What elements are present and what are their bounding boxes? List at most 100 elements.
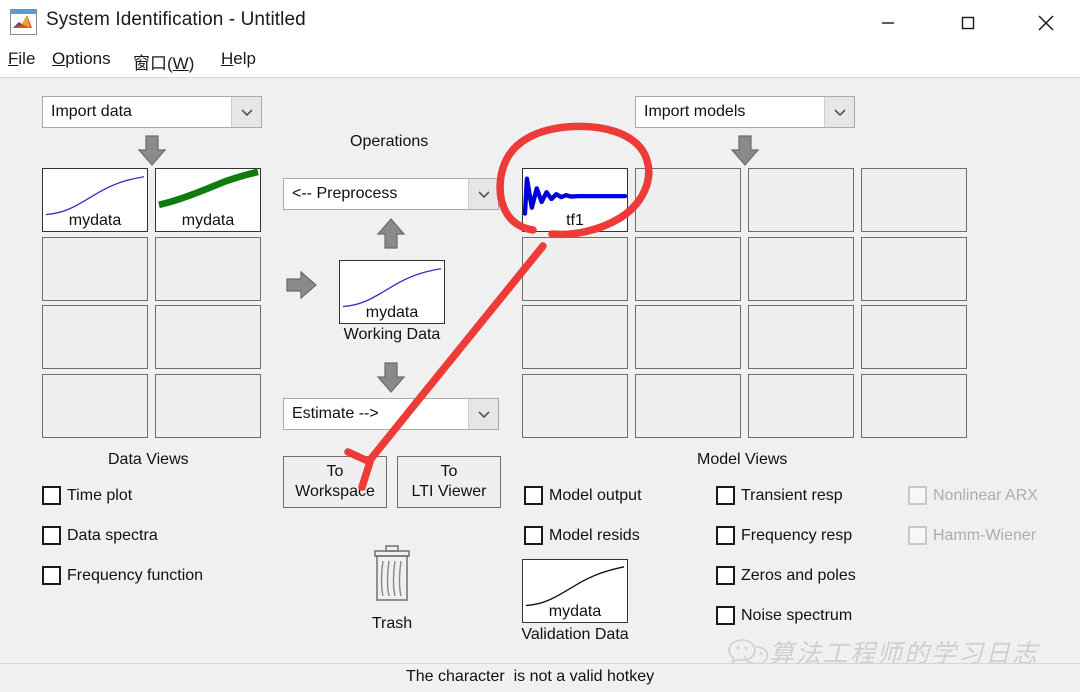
checkbox-frequency-function[interactable]: Frequency function: [42, 566, 203, 585]
down-arrow-icon-models: [730, 135, 760, 166]
maximize-icon: [961, 16, 975, 29]
checkbox-box: [524, 526, 543, 545]
data-cell-7[interactable]: [42, 374, 148, 438]
minimize-icon: [882, 21, 894, 24]
checkbox-box: [716, 566, 735, 585]
trash-icon[interactable]: [369, 544, 415, 606]
menu-window[interactable]: 窗口(W): [133, 49, 194, 74]
status-bar: The character is not a valid hotkey: [0, 663, 1080, 692]
checkbox-box: [42, 486, 61, 505]
data-cell-8[interactable]: [155, 374, 261, 438]
checkbox-box: [716, 606, 735, 625]
model-cell-14[interactable]: [635, 374, 741, 438]
data-views-title: Data Views: [108, 451, 189, 468]
model-cell-3[interactable]: [748, 168, 854, 232]
data-cell-1-label: mydata: [68, 212, 122, 229]
model-cell-7[interactable]: [748, 237, 854, 301]
checkbox-nonlinear-arx: Nonlinear ARX: [908, 486, 1038, 505]
status-message: The character is not a valid hotkey: [406, 668, 655, 685]
up-arrow-icon: [376, 218, 406, 249]
checkbox-data-spectra[interactable]: Data spectra: [42, 526, 158, 545]
checkbox-zeros-and-poles[interactable]: Zeros and poles: [716, 566, 856, 585]
data-cell-2[interactable]: mydata: [155, 168, 261, 232]
checkbox-label: Noise spectrum: [741, 606, 853, 624]
to-workspace-button[interactable]: To Workspace: [283, 456, 387, 508]
working-data-label: mydata: [365, 304, 419, 321]
checkbox-time-plot[interactable]: Time plot: [42, 486, 132, 505]
checkbox-box: [716, 486, 735, 505]
model-cell-1[interactable]: tf1: [522, 168, 628, 232]
checkbox-label: Data spectra: [67, 526, 158, 544]
menu-options[interactable]: Options: [52, 49, 111, 69]
to-lti-viewer-button[interactable]: To LTI Viewer: [397, 456, 501, 508]
model-views-title: Model Views: [697, 451, 788, 468]
window-title: System Identification - Untitled: [46, 9, 306, 30]
model-cell-2[interactable]: [635, 168, 741, 232]
checkbox-box: [42, 526, 61, 545]
model-cell-13[interactable]: [522, 374, 628, 438]
model-cell-5[interactable]: [522, 237, 628, 301]
checkbox-transient-resp[interactable]: Transient resp: [716, 486, 843, 505]
maximize-button[interactable]: [936, 0, 1000, 45]
estimate-value: Estimate -->: [292, 405, 379, 422]
down-arrow-icon-data: [137, 135, 167, 166]
chevron-down-icon: [231, 97, 261, 127]
checkbox-label: Zeros and poles: [741, 566, 856, 584]
estimate-combo[interactable]: Estimate -->: [283, 398, 499, 430]
working-data-cell[interactable]: mydata: [339, 260, 445, 324]
data-cell-3[interactable]: [42, 237, 148, 301]
data-cell-6[interactable]: [155, 305, 261, 369]
checkbox-box: [716, 526, 735, 545]
validation-data-caption: Validation Data: [521, 626, 629, 643]
checkbox-label: Model output: [549, 486, 642, 504]
menu-bar: File Options 窗口(W) Help: [0, 45, 1080, 78]
checkbox-label: Model resids: [549, 526, 640, 544]
checkbox-model-output[interactable]: Model output: [524, 486, 642, 505]
close-icon: [1038, 14, 1054, 31]
minimize-button[interactable]: [856, 0, 920, 45]
to-lti-line1: To: [440, 463, 458, 480]
chevron-down-icon: [468, 179, 498, 209]
validation-data-label: mydata: [548, 603, 602, 620]
to-workspace-line1: To: [326, 463, 344, 480]
matlab-icon: [10, 9, 37, 35]
menu-help[interactable]: Help: [221, 49, 256, 69]
checkbox-label: Nonlinear ARX: [933, 486, 1038, 504]
to-lti-line2: LTI Viewer: [411, 483, 487, 500]
model-cell-12[interactable]: [861, 305, 967, 369]
right-arrow-icon: [286, 270, 317, 300]
preprocess-value: <-- Preprocess: [292, 185, 398, 202]
checkbox-box: [42, 566, 61, 585]
model-cell-9[interactable]: [522, 305, 628, 369]
checkbox-box: [524, 486, 543, 505]
model-cell-10[interactable]: [635, 305, 741, 369]
model-cell-4[interactable]: [861, 168, 967, 232]
model-cell-16[interactable]: [861, 374, 967, 438]
model-cell-6[interactable]: [635, 237, 741, 301]
system-identification-window: System Identification - Untitled File Op…: [0, 0, 1080, 692]
import-data-value: Import data: [51, 103, 132, 120]
checkbox-hamm-wiener: Hamm-Wiener: [908, 526, 1036, 545]
model-cell-11[interactable]: [748, 305, 854, 369]
import-data-combo[interactable]: Import data: [42, 96, 262, 128]
checkbox-label: Time plot: [67, 486, 133, 504]
menu-file[interactable]: File: [8, 49, 35, 69]
preprocess-combo[interactable]: <-- Preprocess: [283, 178, 499, 210]
model-cell-15[interactable]: [748, 374, 854, 438]
checkbox-label: Transient resp: [741, 486, 843, 504]
import-models-combo[interactable]: Import models: [635, 96, 855, 128]
checkbox-frequency-resp[interactable]: Frequency resp: [716, 526, 852, 545]
data-cell-1[interactable]: mydata: [42, 168, 148, 232]
chevron-down-icon: [468, 399, 498, 429]
checkbox-model-resids[interactable]: Model resids: [524, 526, 640, 545]
checkbox-box: [908, 486, 927, 505]
close-button[interactable]: [1014, 0, 1078, 45]
client-area: Import data mydata mydata Data Views Tim…: [0, 78, 1080, 692]
data-cell-4[interactable]: [155, 237, 261, 301]
data-cell-5[interactable]: [42, 305, 148, 369]
data-cell-2-label: mydata: [181, 212, 235, 229]
import-models-value: Import models: [644, 103, 746, 120]
model-cell-8[interactable]: [861, 237, 967, 301]
checkbox-noise-spectrum[interactable]: Noise spectrum: [716, 606, 852, 625]
validation-data-cell[interactable]: mydata: [522, 559, 628, 623]
